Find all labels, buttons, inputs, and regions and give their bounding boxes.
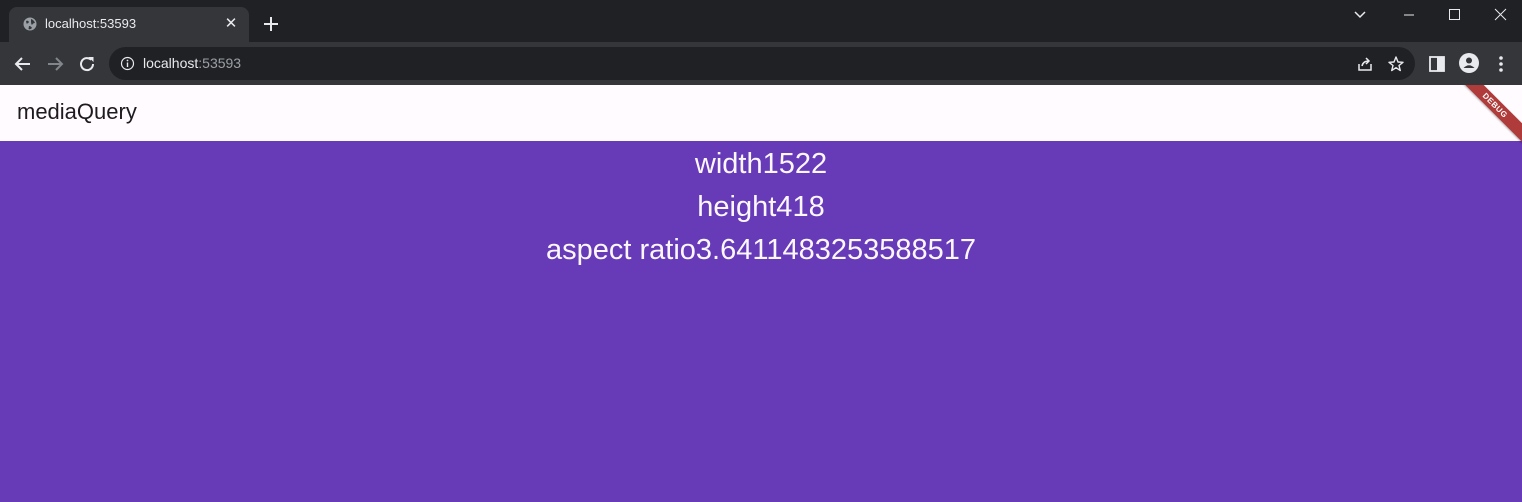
window-close-icon[interactable] [1477, 4, 1522, 26]
address-bar[interactable]: localhost:53593 [109, 47, 1415, 80]
back-arrow-icon[interactable] [12, 53, 34, 75]
url-host: localhost [143, 55, 199, 71]
url-port: :53593 [198, 55, 242, 71]
width-value: width1522 [694, 148, 828, 180]
chevron-down-icon[interactable] [1350, 7, 1370, 23]
height-value: height418 [697, 191, 825, 223]
aspect-ratio-value: aspect ratio3.6411483253588517 [545, 234, 976, 266]
more-vert-icon[interactable] [1493, 54, 1509, 74]
maximize-icon[interactable] [1431, 4, 1477, 26]
plus-icon[interactable] [261, 14, 281, 34]
url-text[interactable]: localhost:53593 [143, 55, 241, 71]
info-icon[interactable] [120, 56, 135, 71]
app-bar: mediaQuery [0, 85, 1522, 141]
profile-icon[interactable] [1459, 53, 1479, 73]
browser-tab[interactable]: localhost:53593 ✕ [9, 7, 249, 42]
page-title: mediaQuery [17, 99, 137, 124]
close-icon[interactable]: ✕ [223, 16, 239, 32]
forward-arrow-icon[interactable] [44, 53, 66, 75]
reload-icon[interactable] [76, 53, 98, 75]
star-icon[interactable] [1387, 55, 1405, 73]
tab-strip: localhost:53593 ✕ [0, 0, 1522, 42]
side-panel-icon[interactable] [1428, 55, 1446, 73]
globe-icon [23, 17, 37, 31]
browser-toolbar: localhost:53593 [0, 42, 1522, 85]
minimize-icon[interactable] [1386, 4, 1432, 26]
flutter-app: mediaQuery DEBUG width1522 height418 asp… [0, 85, 1522, 502]
media-query-values: width1522 height418 aspect ratio3.641148… [0, 143, 1522, 272]
share-icon[interactable] [1356, 55, 1374, 73]
tab-title: localhost:53593 [45, 16, 137, 31]
